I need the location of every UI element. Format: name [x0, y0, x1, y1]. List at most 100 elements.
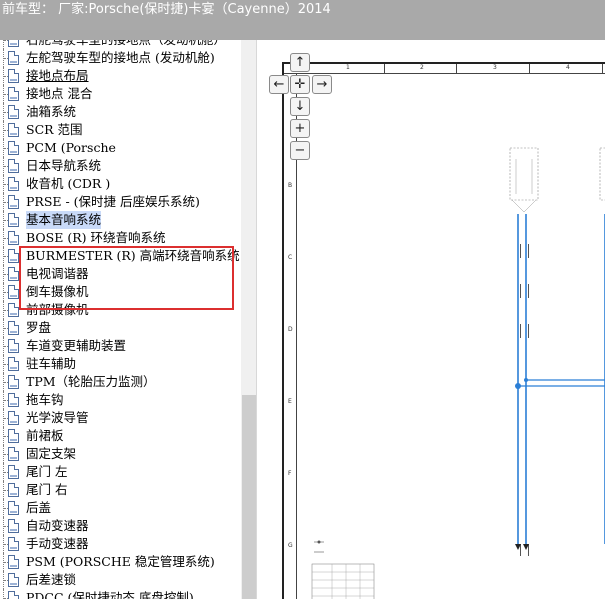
tree-item-label[interactable]: 日本导航系统	[26, 157, 101, 175]
signal-wires	[515, 214, 605, 544]
wiring-schematic	[311, 147, 605, 599]
tree-item-label[interactable]: 基本音响系统	[26, 211, 102, 229]
tree-item-label[interactable]: PSM (PORSCHE 稳定管理系统)	[26, 553, 215, 571]
document-icon	[8, 555, 19, 569]
tree-item[interactable]: 尾门 右	[0, 481, 240, 499]
tree-item[interactable]: 基本音响系统	[0, 211, 240, 229]
document-icon	[8, 429, 19, 443]
document-icon	[8, 537, 19, 551]
connector-symbol	[509, 147, 539, 213]
tree-item-label[interactable]: 尾门 左	[26, 463, 67, 481]
tree-scrollbar-thumb[interactable]	[242, 395, 256, 599]
document-icon	[8, 267, 19, 281]
tree-item[interactable]: 左舵驾驶车型的接地点 (发动机舱)	[0, 49, 240, 67]
document-icon	[8, 591, 19, 599]
tree-item[interactable]: 手动变速器	[0, 535, 240, 553]
document-icon	[8, 393, 19, 407]
highlight-box	[19, 246, 234, 310]
document-icon	[8, 519, 19, 533]
tree-item[interactable]: 前裙板	[0, 427, 240, 445]
tree-item[interactable]: PDCC (保时捷动态 底盘控制)	[0, 589, 240, 599]
tree-item-label[interactable]: 前裙板	[26, 427, 64, 445]
document-icon	[8, 195, 19, 209]
document-icon	[8, 303, 19, 317]
tree-item[interactable]: 自动变速器	[0, 517, 240, 535]
tree-item[interactable]: 接地点 混合	[0, 85, 240, 103]
zoom-in-button[interactable]: +	[290, 119, 310, 138]
document-icon	[8, 177, 19, 191]
tree-item[interactable]: 光学波导管	[0, 409, 240, 427]
tree-item[interactable]: 油箱系统	[0, 103, 240, 121]
tree-item-label[interactable]: 拖车钩	[26, 391, 64, 409]
tree-item-label[interactable]: 固定支架	[26, 445, 76, 463]
tree-item-label[interactable]: TPM（轮胎压力监测）	[26, 373, 156, 391]
tree-item[interactable]: PSM (PORSCHE 稳定管理系统)	[0, 553, 240, 571]
diagram-legend	[311, 540, 375, 599]
tree-item[interactable]: 后盖	[0, 499, 240, 517]
tree-item[interactable]: 驻车辅助	[0, 355, 240, 373]
tree-item-label[interactable]: PRSE - (保时捷 后座娱乐系统)	[26, 193, 200, 211]
document-icon	[8, 339, 19, 353]
document-icon	[8, 465, 19, 479]
tree-item[interactable]: 尾门 左	[0, 463, 240, 481]
document-icon	[8, 40, 19, 47]
tree-item-label[interactable]: 右舵驾驶车型的接地点（发动机舱）	[26, 40, 226, 49]
tree-item-label[interactable]: 光学波导管	[26, 409, 89, 427]
tree-item[interactable]: 拖车钩	[0, 391, 240, 409]
tree-item-label[interactable]: 手动变速器	[26, 535, 89, 553]
document-icon	[8, 321, 19, 335]
tree-item-label[interactable]: 接地点 混合	[26, 85, 92, 103]
document-icon	[8, 123, 19, 137]
tree-item[interactable]: PRSE - (保时捷 后座娱乐系统)	[0, 193, 240, 211]
tree-item[interactable]: BOSE (R) 环绕音响系统	[0, 229, 240, 247]
tree-item-label[interactable]: 驻车辅助	[26, 355, 76, 373]
tree-item-label[interactable]: 左舵驾驶车型的接地点 (发动机舱)	[26, 49, 215, 67]
document-icon	[8, 51, 19, 65]
wiring-diagram-viewer[interactable]: 1 2 3 4 B C D E F G ↑ ← ✛ → ↓ + −	[258, 40, 605, 599]
tree-item[interactable]: 罗盘	[0, 319, 240, 337]
tree-item[interactable]: 后差速锁	[0, 571, 240, 589]
tree-item-label[interactable]: 油箱系统	[26, 103, 76, 121]
tree-item-label[interactable]: 收音机 (CDR )	[26, 175, 110, 193]
tree-item-label[interactable]: 尾门 右	[26, 481, 67, 499]
wiring-diagram-sheet[interactable]: 1 2 3 4 B C D E F G	[282, 62, 605, 599]
tree-item-label[interactable]: 后差速锁	[26, 571, 76, 589]
tree-item-label[interactable]: 罗盘	[26, 319, 51, 337]
tree-item-label[interactable]: BOSE (R) 环绕音响系统	[26, 229, 165, 247]
document-icon	[8, 573, 19, 587]
pan-left-button[interactable]: ←	[269, 75, 289, 94]
tree-item-label[interactable]: SCR 范围	[26, 121, 83, 139]
tree-item[interactable]: 收音机 (CDR )	[0, 175, 240, 193]
tree-scrollbar[interactable]	[241, 40, 256, 599]
tree-item-label[interactable]: 后盖	[26, 499, 51, 517]
tree-item[interactable]: 固定支架	[0, 445, 240, 463]
topic-tree-panel: 右舵驾驶车型的接地点（发动机舱）左舵驾驶车型的接地点 (发动机舱)接地点布局接地…	[0, 40, 257, 599]
tree-item[interactable]: 右舵驾驶车型的接地点（发动机舱）	[0, 40, 240, 49]
vehicle-model-bar: 前车型： 厂家:Porsche(保时捷)卡宴（Cayenne）2014	[0, 0, 605, 40]
tree-item-label[interactable]: 自动变速器	[26, 517, 89, 535]
recenter-button[interactable]: ✛	[290, 75, 310, 94]
tree-item[interactable]: 车道变更辅助装置	[0, 337, 240, 355]
tree-item[interactable]: 接地点布局	[0, 67, 240, 85]
topic-tree: 右舵驾驶车型的接地点（发动机舱）左舵驾驶车型的接地点 (发动机舱)接地点布局接地…	[0, 40, 240, 599]
document-icon	[8, 447, 19, 461]
tree-item-label[interactable]: 车道变更辅助装置	[26, 337, 126, 355]
tree-item[interactable]: SCR 范围	[0, 121, 240, 139]
tree-item[interactable]: TPM（轮胎压力监测）	[0, 373, 240, 391]
document-icon	[8, 69, 19, 83]
document-icon	[8, 87, 19, 101]
document-icon	[8, 105, 19, 119]
pan-down-button[interactable]: ↓	[290, 97, 310, 116]
document-icon	[8, 501, 19, 515]
document-icon	[8, 141, 19, 155]
zoom-out-button[interactable]: −	[290, 141, 310, 160]
pan-right-button[interactable]: →	[312, 75, 332, 94]
pan-up-button[interactable]: ↑	[290, 53, 310, 72]
tree-item[interactable]: PCM (Porsche	[0, 139, 240, 157]
document-icon	[8, 375, 19, 389]
tree-item-label[interactable]: PDCC (保时捷动态 底盘控制)	[26, 589, 194, 599]
wire-label-marks	[520, 244, 529, 556]
tree-item-label[interactable]: 接地点布局	[26, 67, 89, 85]
tree-item-label[interactable]: PCM (Porsche	[26, 139, 116, 157]
tree-item[interactable]: 日本导航系统	[0, 157, 240, 175]
